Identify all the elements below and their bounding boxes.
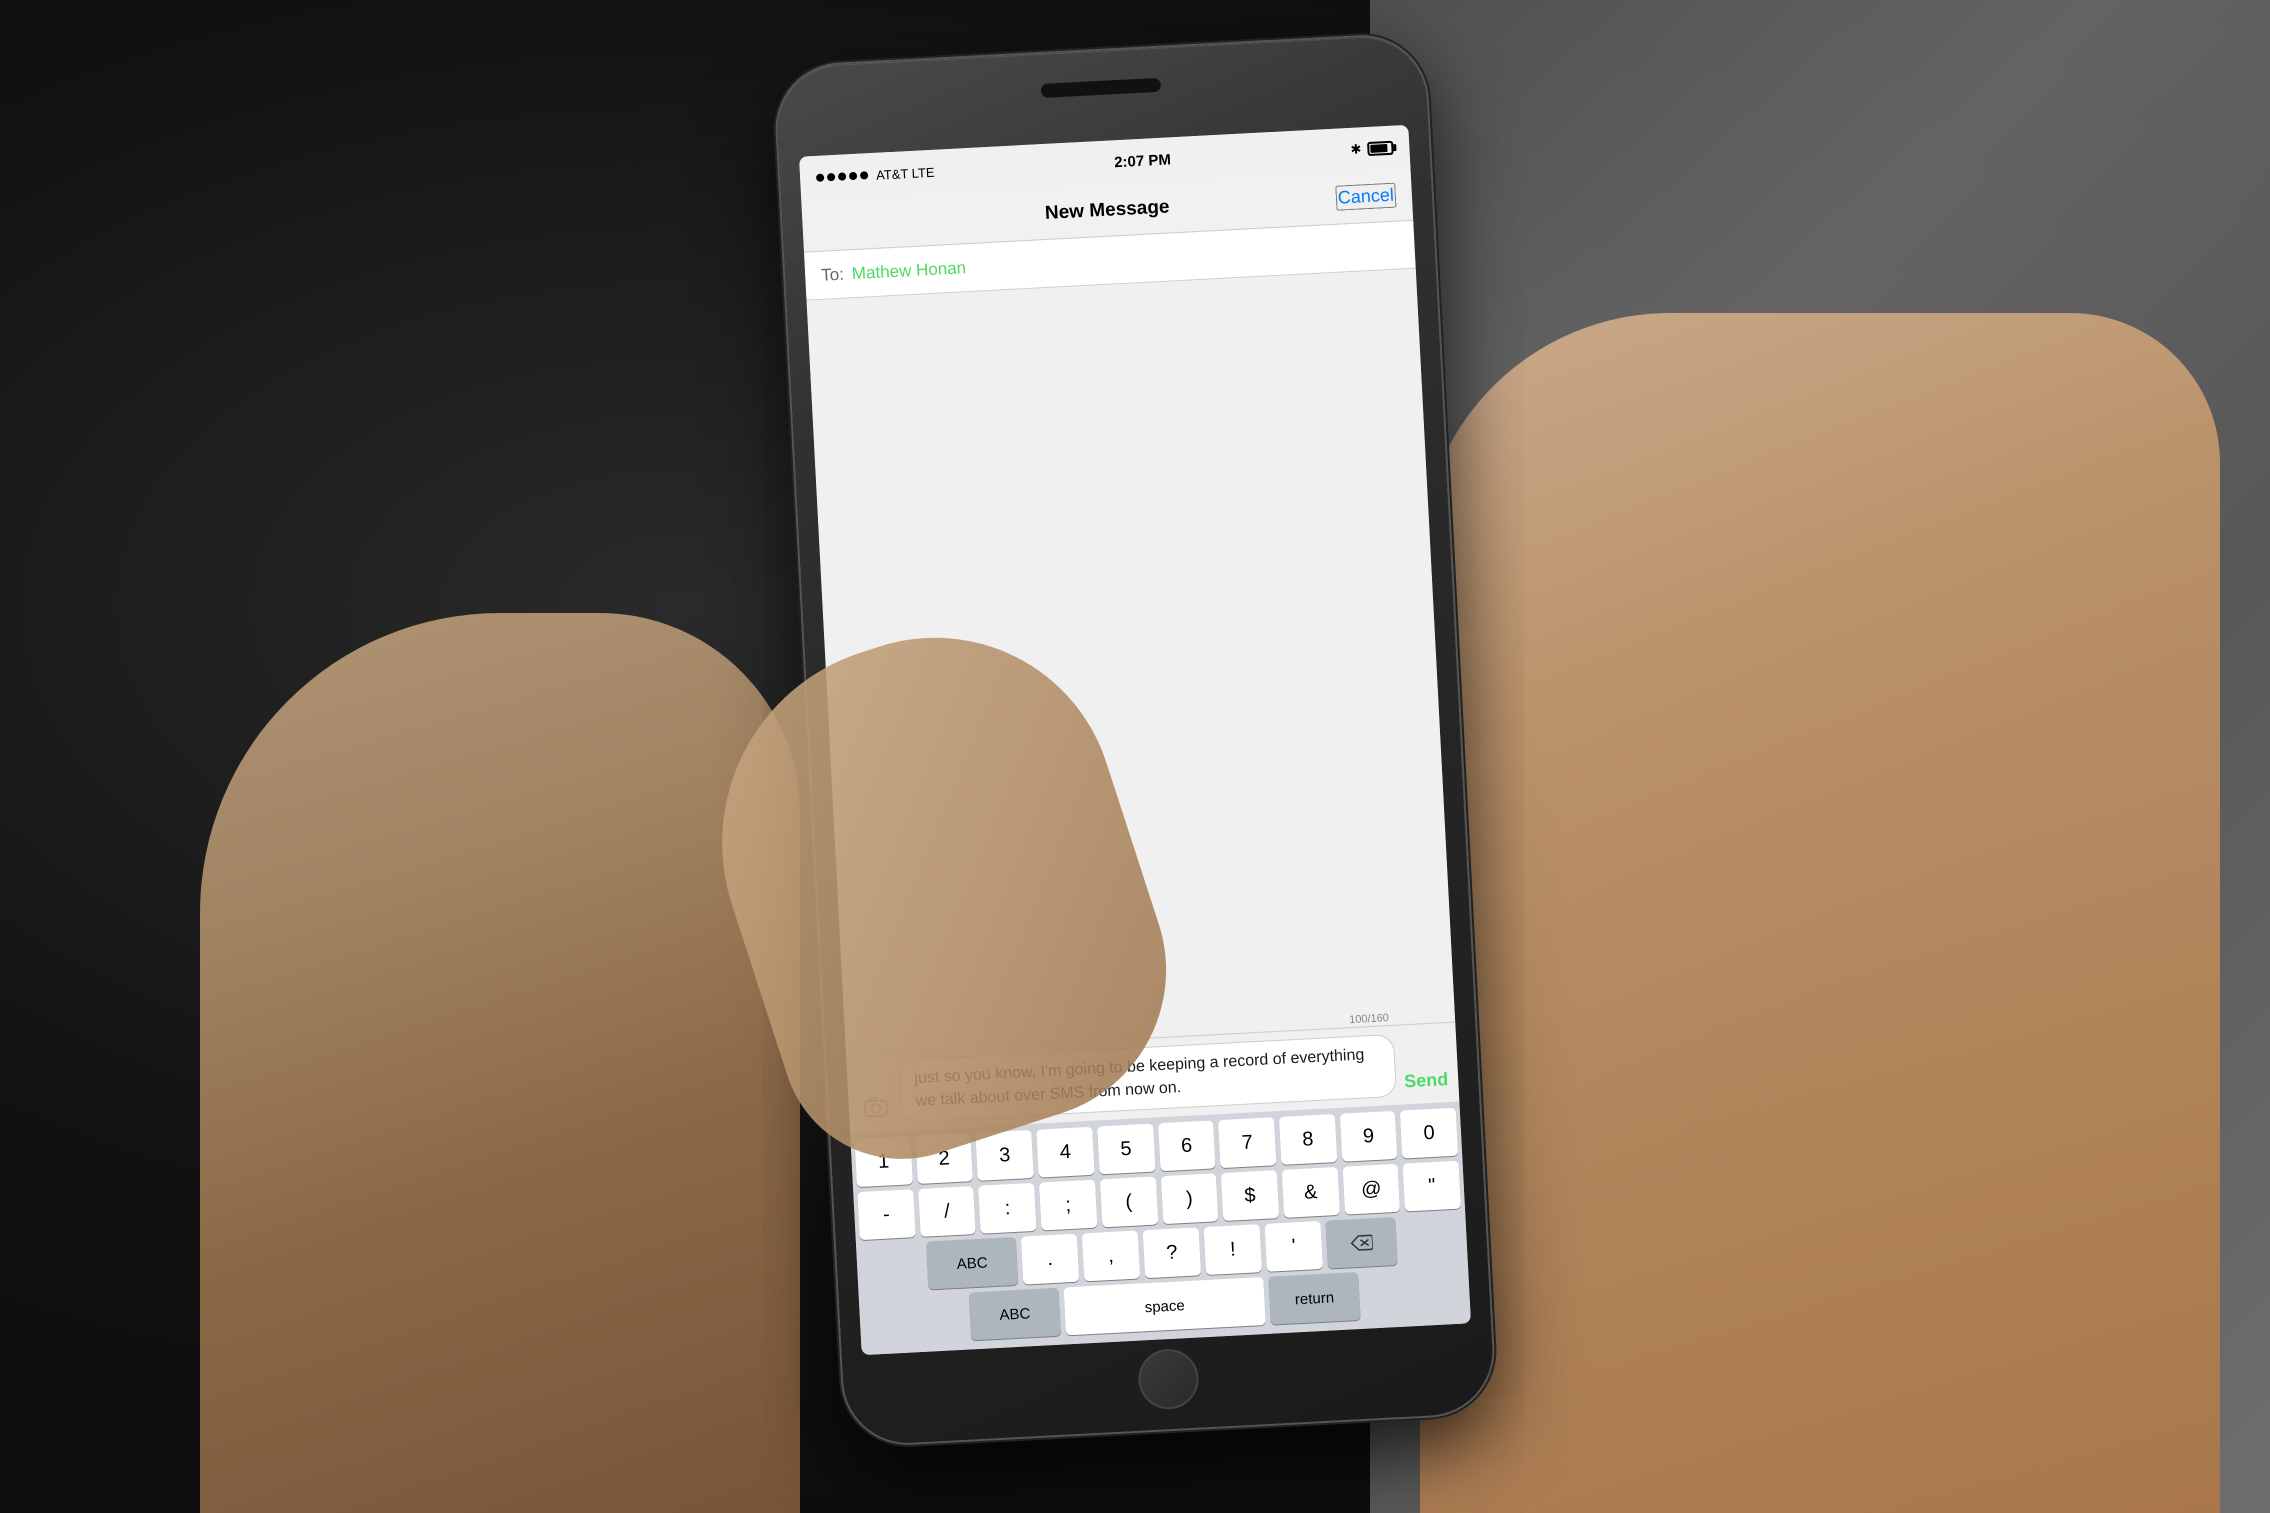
phone: AT&T LTE 2:07 PM ✱ New Message Cancel <box>774 34 1495 1446</box>
key-quote[interactable]: " <box>1403 1161 1461 1212</box>
signal-dot-3 <box>838 172 846 180</box>
key-ampersand[interactable]: & <box>1282 1167 1340 1218</box>
carrier-text: AT&T LTE <box>876 164 935 182</box>
signal-dot-5 <box>860 171 868 179</box>
key-6[interactable]: 6 <box>1158 1120 1216 1171</box>
key-delete[interactable] <box>1325 1217 1397 1269</box>
hand-right <box>1420 313 2220 1513</box>
key-semicolon[interactable]: ; <box>1039 1180 1097 1231</box>
status-right: ✱ <box>1350 140 1394 158</box>
key-return[interactable]: return <box>1268 1272 1360 1325</box>
key-exclaim[interactable]: ! <box>1204 1224 1262 1275</box>
bluetooth-icon: ✱ <box>1350 141 1362 158</box>
key-colon[interactable]: : <box>979 1183 1037 1234</box>
home-button[interactable] <box>1137 1348 1200 1411</box>
key-0[interactable]: 0 <box>1400 1108 1458 1159</box>
hand-left <box>200 613 800 1513</box>
signal-dot-2 <box>827 173 835 181</box>
key-5[interactable]: 5 <box>1097 1124 1155 1175</box>
status-time: 2:07 PM <box>1114 151 1172 171</box>
status-left: AT&T LTE <box>816 164 935 185</box>
key-7[interactable]: 7 <box>1218 1117 1276 1168</box>
signal-dot-4 <box>849 172 857 180</box>
key-open-paren[interactable]: ( <box>1100 1177 1158 1228</box>
char-count: 100/160 <box>1349 1012 1389 1026</box>
send-button[interactable]: Send <box>1404 1069 1449 1096</box>
key-question[interactable]: ? <box>1143 1227 1201 1278</box>
signal-dot-1 <box>816 174 824 182</box>
key-comma[interactable]: , <box>1082 1231 1140 1282</box>
key-8[interactable]: 8 <box>1279 1114 1337 1165</box>
key-apostrophe[interactable]: ' <box>1265 1221 1323 1272</box>
to-recipient: Mathew Honan <box>851 258 966 284</box>
signal-dots <box>816 171 868 182</box>
key-slash[interactable]: / <box>918 1186 976 1237</box>
key-4[interactable]: 4 <box>1036 1127 1094 1178</box>
key-dollar[interactable]: $ <box>1221 1170 1279 1221</box>
key-at[interactable]: @ <box>1342 1164 1400 1215</box>
key-abc-bottom[interactable]: ABC <box>969 1288 1061 1341</box>
speaker <box>1041 78 1162 98</box>
nav-title: New Message <box>1044 196 1170 224</box>
battery-fill <box>1370 144 1387 153</box>
to-label: To: <box>821 264 845 285</box>
cancel-button[interactable]: Cancel <box>1335 183 1396 211</box>
key-space[interactable]: space <box>1064 1277 1266 1335</box>
key-close-paren[interactable]: ) <box>1160 1173 1218 1224</box>
key-period[interactable]: . <box>1021 1234 1079 1285</box>
key-abc[interactable]: ABC <box>926 1237 1018 1290</box>
battery <box>1367 141 1394 156</box>
key-dash[interactable]: - <box>857 1189 915 1240</box>
key-9[interactable]: 9 <box>1339 1111 1397 1162</box>
